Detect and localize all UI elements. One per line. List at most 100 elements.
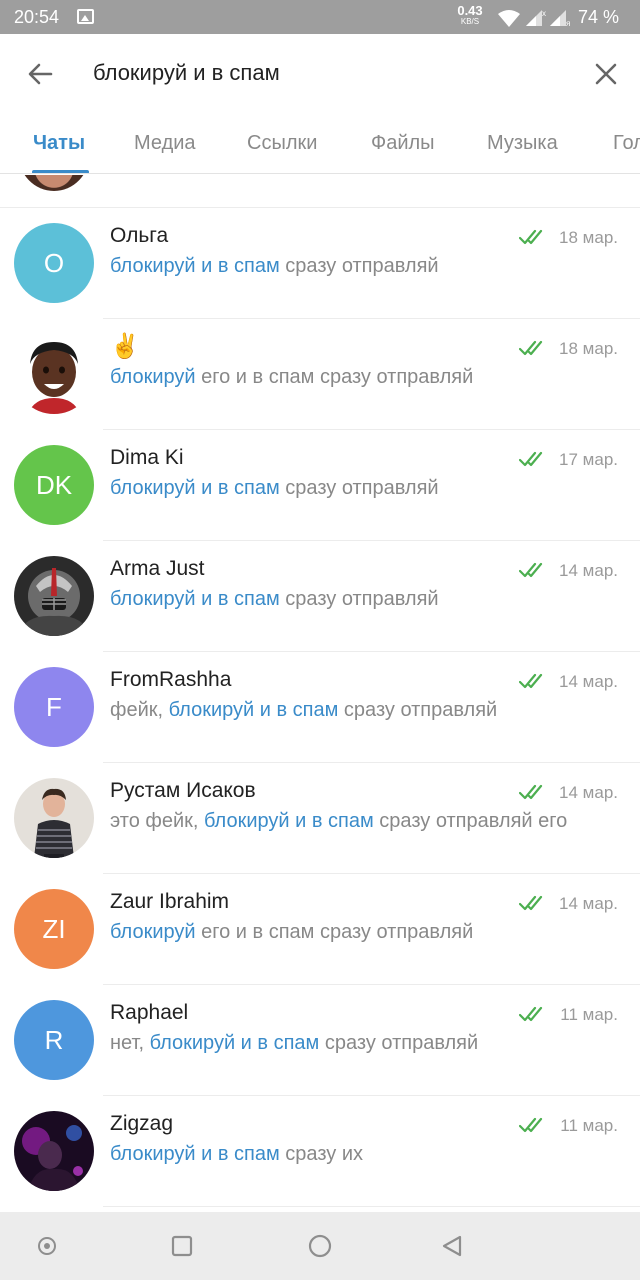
network-speed-value: 0.43: [457, 3, 483, 18]
chat-name: Dima Ki: [110, 446, 184, 469]
list-item[interactable]: DK Dima Ki 17 мар. блокируй и в спам сра…: [0, 430, 640, 541]
chat-date: 11 мар.: [560, 1116, 618, 1135]
chat-name: ✌️: [110, 333, 140, 360]
triangle-back-icon: [442, 1235, 462, 1257]
chat-date: 18 мар.: [559, 228, 618, 247]
network-speed: 0.43 KB/S: [452, 4, 488, 26]
system-navigation-bar: [0, 1212, 640, 1280]
list-item[interactable]: Рустам Исаков 14 мар. это фейк, блокируй…: [0, 763, 640, 874]
message-preview: блокируй и в спам сразу отправляй: [110, 588, 439, 611]
divider: [103, 1206, 640, 1207]
tab-music[interactable]: Музыка: [487, 132, 558, 155]
chat-name: Arma Just: [110, 557, 205, 580]
avatar-initials: DK: [35, 469, 73, 500]
double-check-icon: [519, 1117, 543, 1133]
message-prefix: это фейк,: [110, 810, 204, 832]
tab-links[interactable]: Ссылки: [247, 132, 317, 155]
list-item[interactable]: R Raphael 11 мар. нет, блокируй и в спам…: [0, 985, 640, 1096]
recents-button[interactable]: [168, 1232, 196, 1260]
network-speed-unit: KB/S: [460, 17, 480, 26]
home-button[interactable]: [306, 1232, 334, 1260]
message-highlight: блокируй и в спам: [110, 588, 280, 610]
message-suffix: его и в спам сразу отправляй: [195, 921, 474, 943]
avatar-photo: [14, 334, 94, 414]
message-highlight: блокируй и в спам: [149, 1032, 320, 1054]
message-suffix: сразу их: [279, 1143, 364, 1165]
chat-name: FromRashha: [110, 668, 232, 691]
list-item[interactable]: Zigzag 11 мар. блокируй и в спам сразу и…: [0, 1096, 640, 1207]
back-button[interactable]: [20, 56, 60, 92]
svg-text:x: x: [542, 9, 546, 18]
chat-date: 18 мар.: [559, 339, 618, 358]
message-highlight: блокируй и в спам: [204, 810, 374, 832]
double-check-icon: [519, 673, 543, 689]
message-suffix: сразу отправляй: [279, 477, 439, 499]
avatar-initials: ZI: [42, 913, 66, 944]
message-suffix: сразу отправляй: [279, 255, 439, 277]
avatar-initials: R: [44, 1024, 64, 1055]
tab-chats[interactable]: Чаты: [33, 132, 85, 155]
arrow-back-icon: [28, 63, 53, 85]
message-highlight: блокируй и в спам: [110, 255, 280, 277]
avatar-photo: [14, 556, 94, 636]
chat-date: 11 мар.: [560, 1005, 618, 1024]
tab-voice[interactable]: Гол: [613, 132, 640, 155]
message-prefix: фейк,: [110, 699, 169, 721]
assistant-button[interactable]: [33, 1232, 61, 1260]
message-preview: блокируй его и в спам сразу отправляй: [110, 366, 473, 389]
avatar: R: [14, 1000, 94, 1080]
chat-date: 17 мар.: [559, 450, 618, 469]
list-item[interactable]: ✌️ 18 мар. блокируй его и в спам сразу о…: [0, 319, 640, 430]
double-check-icon: [519, 340, 543, 356]
avatar: [14, 778, 94, 858]
message-preview: фейк, блокируй и в спам сразу отправляй: [110, 699, 497, 722]
message-preview: блокируй и в спам сразу отправляй: [110, 255, 439, 278]
status-time: 20:54: [14, 7, 60, 27]
double-check-icon: [519, 1006, 543, 1022]
list-item[interactable]: [0, 175, 640, 208]
active-tab-indicator: [32, 170, 89, 173]
chat-date: 14 мар.: [559, 672, 618, 691]
tab-files[interactable]: Файлы: [371, 132, 435, 155]
avatar-photo: [14, 1111, 94, 1191]
chat-name: Рустам Исаков: [110, 779, 256, 802]
message-suffix: сразу отправляй его: [373, 810, 568, 832]
message-preview: блокируй и в спам сразу отправляй: [110, 477, 439, 500]
message-highlight: блокируй и в спам: [168, 699, 339, 721]
assistant-dot-icon: [38, 1237, 56, 1255]
square-recents-icon: [171, 1235, 193, 1257]
message-suffix: сразу отправляй: [279, 588, 439, 610]
clear-search-button[interactable]: [584, 54, 628, 94]
tab-media[interactable]: Медиа: [134, 132, 196, 155]
chat-name: Zaur Ibrahim: [110, 890, 230, 913]
message-preview: блокируй его и в спам сразу отправляй: [110, 921, 473, 944]
list-item[interactable]: ZI Zaur Ibrahim 14 мар. блокируй его и в…: [0, 874, 640, 985]
svg-text:я: я: [566, 19, 570, 28]
chat-date: 14 мар.: [559, 894, 618, 913]
chat-list[interactable]: О Ольга 18 мар. блокируй и в спам сразу …: [0, 175, 640, 1212]
double-check-icon: [519, 451, 543, 467]
image-notification-icon: [77, 9, 94, 24]
list-item[interactable]: Arma Just 14 мар. блокируй и в спам сраз…: [0, 541, 640, 652]
avatar-photo: [14, 778, 94, 858]
double-check-icon: [519, 895, 543, 911]
avatar: F: [14, 667, 94, 747]
chat-name: Ольга: [110, 224, 169, 247]
message-suffix: сразу отправляй: [319, 1032, 479, 1054]
chat-date: 14 мар.: [559, 783, 618, 802]
battery-level: 74 %: [578, 7, 620, 27]
list-item[interactable]: О Ольга 18 мар. блокируй и в спам сразу …: [0, 208, 640, 319]
avatar: О: [14, 223, 94, 303]
chat-date: 14 мар.: [559, 561, 618, 580]
status-bar: 20:54 0.43 KB/S x я 74 %: [0, 0, 640, 34]
list-item[interactable]: F FromRashha 14 мар. фейк, блокируй и в …: [0, 652, 640, 763]
avatar: DK: [14, 445, 94, 525]
avatar-initials: F: [46, 691, 62, 722]
message-highlight: блокируй: [110, 921, 196, 943]
search-input[interactable]: блокируй и в спам: [93, 60, 280, 86]
chat-name: Zigzag: [110, 1112, 174, 1135]
back-nav-button[interactable]: [438, 1232, 466, 1260]
double-check-icon: [519, 562, 543, 578]
avatar: [14, 334, 94, 414]
avatar: [14, 556, 94, 636]
